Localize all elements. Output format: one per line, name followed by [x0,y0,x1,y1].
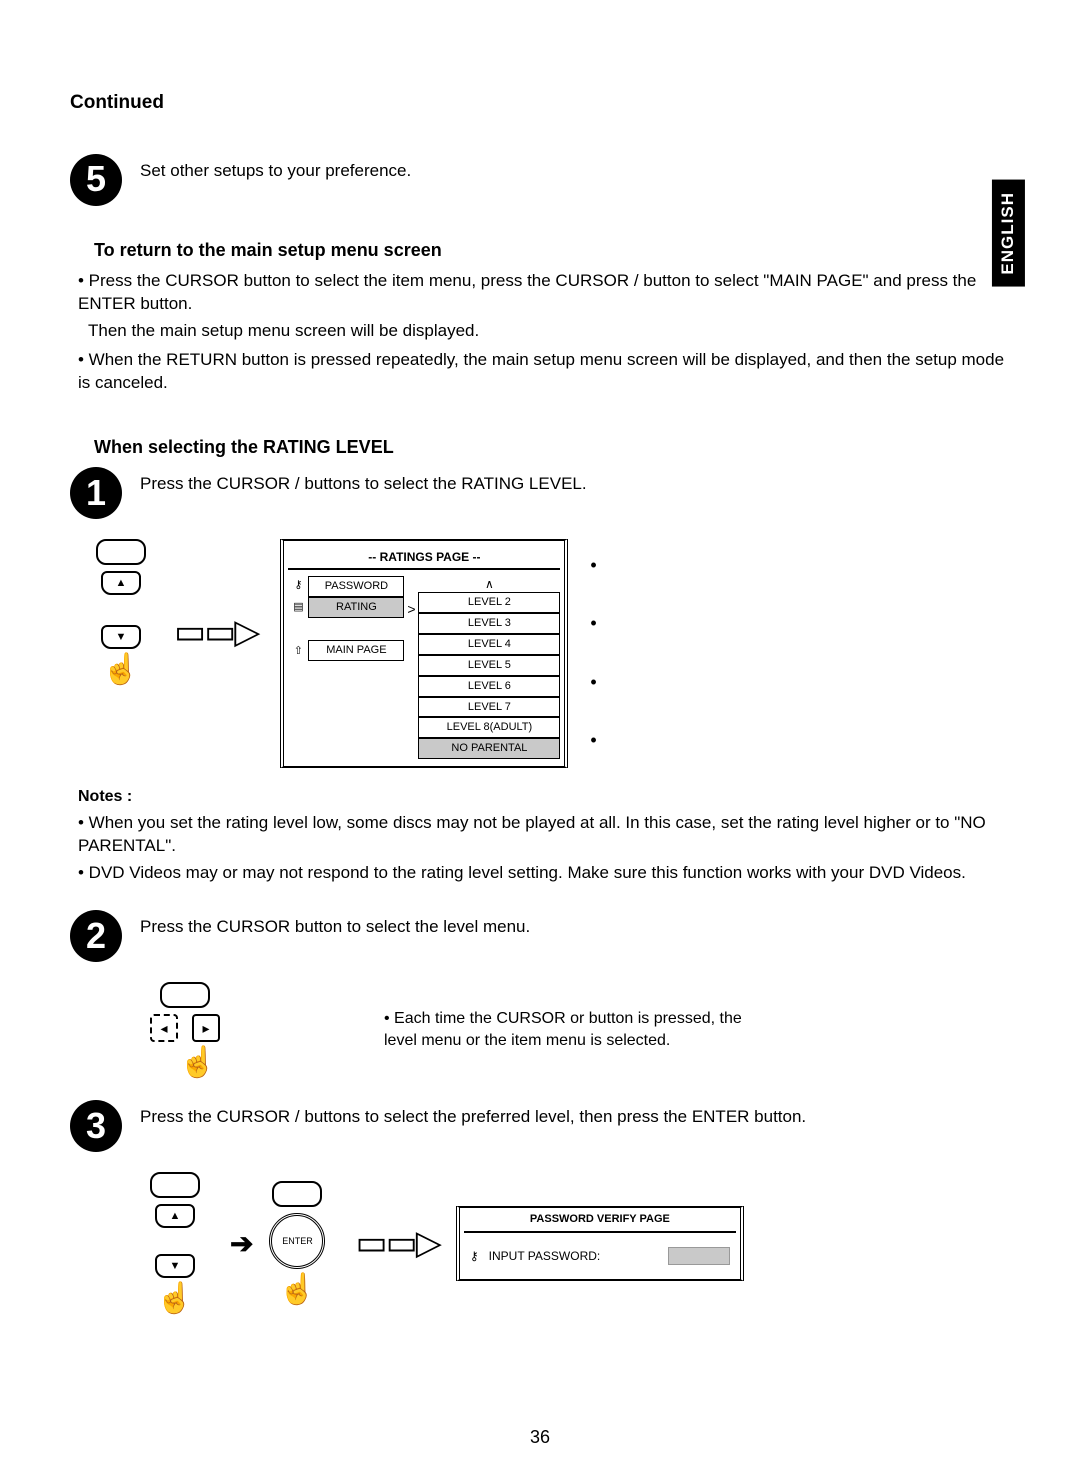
language-tab: ENGLISH [992,180,1025,287]
cursor-right-icon: ▸ [192,1014,220,1042]
level-5: LEVEL 5 [418,655,560,676]
step-5-text: Set other setups to your preference. [140,154,411,183]
step-number-1: 1 [70,467,122,519]
menu-item-main-page: MAIN PAGE [308,640,404,661]
level-2: LEVEL 2 [418,592,560,613]
password-screen-title: PASSWORD VERIFY PAGE [464,1208,736,1233]
manual-page: ENGLISH Continued 5 Set other setups to … [0,0,1080,1479]
step-number-5: 5 [70,154,122,206]
cursor-down-icon: ▼ [155,1254,195,1278]
step-2-text: Press the CURSOR button to select the le… [140,910,530,939]
remote-illustration-3: ▲ ▼ ☝ ➔ ENTER ☝ ▭▭▷ PASSWORD VERIFY PAGE… [150,1172,1010,1314]
input-password-label: INPUT PASSWORD: [489,1248,601,1264]
scroll-up-icon: ∧ [418,576,560,592]
ratings-screen-title: -- RATINGS PAGE -- [288,546,560,570]
step-1-text: Press the CURSOR / buttons to select the… [140,467,587,496]
step-2-side-note: • Each time the CURSOR or button is pres… [384,1008,764,1051]
menu-item-password: PASSWORD [308,576,404,597]
cursor-down-icon: ▼ [101,625,141,649]
level-7: LEVEL 7 [418,697,560,718]
enter-button-icon: ENTER [269,1213,325,1269]
button-outline-icon [272,1181,322,1207]
rating-heading: When selecting the RATING LEVEL [94,435,1010,459]
password-verify-screen: PASSWORD VERIFY PAGE ⚷ INPUT PASSWORD: [456,1206,744,1281]
level-no-parental: NO PARENTAL [418,738,560,759]
step-number-2: 2 [70,910,122,962]
hand-press-icon: ☝ [179,1048,216,1078]
level-3: LEVEL 3 [418,613,560,634]
button-outline-icon [160,982,210,1008]
button-outline-icon [96,539,146,565]
chevron-right-icon: > [404,598,418,621]
page-number: 36 [0,1425,1080,1449]
return-bullet-1b: Then the main setup menu screen will be … [88,320,1010,343]
menu-item-rating: RATING [308,597,404,618]
level-4: LEVEL 4 [418,634,560,655]
menu-item-blank [308,618,404,640]
level-8: LEVEL 8(ADULT) [418,717,560,738]
notes-label: Notes : [78,786,1010,808]
return-bullet-2: • When the RETURN button is pressed repe… [78,349,1010,395]
step-number-3: 3 [70,1100,122,1152]
arrow-right-icon: ▭▭▷ [355,1226,439,1260]
return-heading: To return to the main setup menu screen [94,238,1010,262]
list-icon: ▤ [289,598,307,620]
continued-heading: Continued [70,90,1010,116]
step-5: 5 Set other setups to your preference. [70,154,1010,206]
ratings-page-screen: -- RATINGS PAGE -- ⚷ ▤ ⇧ PASSWORD RATING… [280,539,568,768]
hand-press-icon: ☝ [102,655,139,685]
step-2: 2 Press the CURSOR button to select the … [70,910,1010,962]
side-markers: •••• [590,539,596,752]
step-3-text: Press the CURSOR / buttons to select the… [140,1100,806,1129]
cursor-left-icon: ◂ [150,1014,178,1042]
hand-press-icon: ☝ [279,1275,316,1305]
level-6: LEVEL 6 [418,676,560,697]
remote-illustration-2: ◂ ▸ ☝ [150,982,220,1078]
remote-illustration-1: ▲ ▼ ☝ ▭▭▷ [96,539,258,685]
note-2: • DVD Videos may or may not respond to t… [78,862,1010,885]
button-outline-icon [150,1172,200,1198]
cursor-up-icon: ▲ [101,571,141,595]
arrow-right-icon: ➔ [230,1225,253,1263]
cursor-up-icon: ▲ [155,1204,195,1228]
hand-press-icon: ☝ [156,1284,193,1314]
password-input-box [668,1247,730,1265]
return-bullet-1: • Press the CURSOR button to select the … [78,270,1010,316]
step-3: 3 Press the CURSOR / buttons to select t… [70,1100,1010,1152]
arrow-right-icon: ▭▭▷ [174,615,258,649]
step-1: 1 Press the CURSOR / buttons to select t… [70,467,1010,519]
key-icon: ⚷ [470,1248,479,1264]
key-icon: ⚷ [290,576,306,598]
up-arrow-icon: ⇧ [290,642,307,664]
note-1: • When you set the rating level low, som… [78,812,1010,858]
